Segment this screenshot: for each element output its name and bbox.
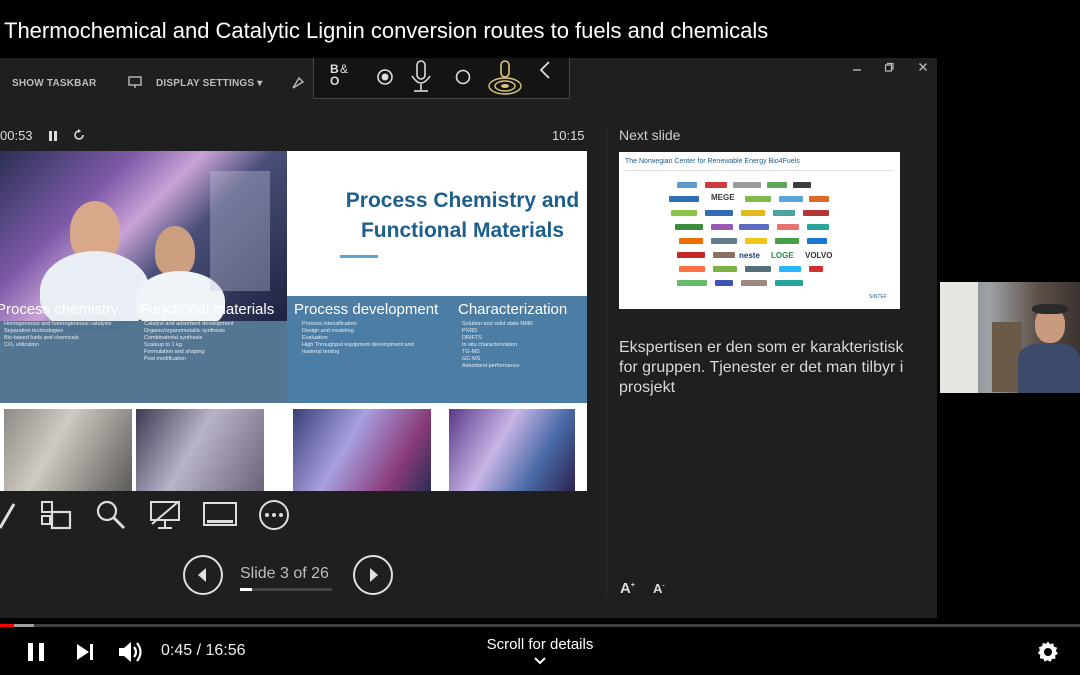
column-line: High Throughput equipment development an… bbox=[302, 342, 414, 348]
column-line: Process intensification bbox=[302, 321, 357, 327]
partner-logo: MEGE bbox=[711, 193, 735, 202]
partner-logo: neste bbox=[739, 251, 760, 260]
clock: 10:15 bbox=[552, 128, 585, 143]
video-title[interactable]: Thermochemical and Catalytic Lignin conv… bbox=[4, 18, 768, 44]
pause-icon[interactable] bbox=[24, 640, 48, 669]
scroll-for-details[interactable]: Scroll for details bbox=[440, 636, 640, 670]
collapse-chevron-icon[interactable] bbox=[538, 60, 552, 85]
next-video-icon[interactable] bbox=[74, 641, 96, 668]
lab-thumbnail-2 bbox=[134, 407, 266, 491]
next-slide-label: Next slide bbox=[619, 127, 681, 143]
meeting-app-icon[interactable]: B & O bbox=[329, 60, 355, 91]
black-screen-icon[interactable] bbox=[148, 498, 182, 537]
column-line: Scaleup to 1 kg bbox=[144, 342, 182, 348]
svg-text:O: O bbox=[330, 74, 339, 86]
video-buffer-bar bbox=[14, 624, 34, 627]
column-characterization: Characterization Solution and solid stat… bbox=[458, 301, 585, 370]
zoom-icon[interactable] bbox=[94, 498, 128, 537]
lab-thumbnail-1 bbox=[2, 407, 134, 491]
microphone-icon[interactable] bbox=[408, 58, 434, 101]
current-slide[interactable]: Process Chemistry and Functional Materia… bbox=[0, 151, 587, 491]
column-line: Bio-based fuels and chemicals bbox=[4, 335, 79, 341]
presenter-tools-bar: B & O bbox=[313, 58, 570, 99]
webcam-feed bbox=[940, 282, 1080, 393]
column-line: TG-MS bbox=[462, 349, 480, 355]
column-line: In situ characterization bbox=[462, 342, 518, 348]
column-line: Design and modeling bbox=[302, 328, 354, 334]
volume-icon[interactable] bbox=[117, 639, 145, 670]
column-process-chemistry: Process chemistry Homogeneous and hetero… bbox=[0, 301, 136, 349]
lab-photo bbox=[0, 151, 287, 331]
elapsed-timer: 00:53 bbox=[0, 128, 33, 143]
chevron-down-icon bbox=[534, 657, 546, 665]
photo-strip bbox=[0, 403, 587, 491]
slide-title: Process Chemistry and Functional Materia… bbox=[340, 186, 585, 246]
partner-logo: LOGE bbox=[771, 251, 794, 260]
circle-icon[interactable] bbox=[455, 69, 471, 90]
next-slide-preview[interactable]: The Norwegian Center for Renewable Energ… bbox=[619, 152, 900, 309]
voice-broadcast-icon[interactable] bbox=[486, 58, 524, 101]
column-line: CO₂ utilization bbox=[4, 342, 39, 348]
column-line: PXRD bbox=[462, 328, 478, 334]
more-options-icon[interactable] bbox=[256, 498, 292, 537]
lab-thumbnail-3 bbox=[291, 407, 433, 491]
column-heading: Process development bbox=[294, 301, 439, 318]
pen-tool-icon[interactable] bbox=[0, 498, 18, 537]
reset-timer-icon[interactable] bbox=[72, 128, 86, 147]
partner-logo: SINTEF bbox=[869, 294, 887, 300]
display-settings-button[interactable]: DISPLAY SETTINGS ▾ bbox=[156, 78, 262, 89]
column-functional-materials: Functional materials Catalyst and adsorb… bbox=[140, 301, 287, 363]
lab-thumbnail-4 bbox=[447, 407, 577, 491]
show-taskbar-button[interactable]: SHOW TASKBAR bbox=[12, 78, 96, 89]
column-line: Formulation and shaping bbox=[144, 349, 205, 355]
next-slide-title: The Norwegian Center for Renewable Energ… bbox=[625, 158, 800, 165]
slide-title-line-1: Process Chemistry and bbox=[345, 189, 580, 212]
column-line: Separation technologies bbox=[4, 328, 64, 334]
slide-progress-track bbox=[240, 588, 332, 591]
column-line: Evaluation bbox=[302, 335, 328, 341]
presenter-view-window: SHOW TASKBAR DISPLAY SETTINGS ▾ B & O 00… bbox=[0, 58, 937, 618]
column-line: Solution and solid state NMR bbox=[462, 321, 533, 327]
column-line: Post modification bbox=[144, 356, 186, 362]
column-line: Homogeneous and heterogeneous catalysis bbox=[4, 321, 112, 327]
see-all-slides-icon[interactable] bbox=[40, 498, 72, 537]
column-line: DRIFTS bbox=[462, 335, 482, 341]
column-line: Adsorbent performance bbox=[462, 363, 520, 369]
previous-slide-button[interactable] bbox=[183, 555, 223, 595]
slide-title-line-2: Functional Materials bbox=[360, 219, 565, 242]
decrease-font-button[interactable]: A- bbox=[653, 581, 665, 596]
partner-logo: VOLVO bbox=[805, 251, 833, 260]
slide-progress-fill bbox=[240, 588, 252, 591]
settings-gear-icon[interactable] bbox=[1036, 640, 1060, 669]
record-icon[interactable] bbox=[376, 68, 394, 91]
column-line: Catalyst and adsorbent development bbox=[144, 321, 234, 327]
end-show-icon[interactable] bbox=[290, 75, 306, 96]
column-line: material testing bbox=[302, 349, 340, 355]
column-process-development: Process development Process intensificat… bbox=[294, 301, 454, 356]
pause-timer-icon[interactable] bbox=[48, 129, 58, 147]
svg-text:&: & bbox=[340, 62, 348, 76]
close-window-icon[interactable] bbox=[918, 62, 928, 75]
column-heading: Functional materials bbox=[140, 301, 275, 318]
subtitles-icon[interactable] bbox=[202, 498, 238, 537]
maximize-window-icon[interactable] bbox=[884, 62, 894, 75]
minimize-window-icon[interactable] bbox=[852, 62, 862, 75]
column-heading: Process chemistry bbox=[0, 301, 119, 318]
column-line: Organic/organometallic synthesis bbox=[144, 328, 226, 334]
increase-font-button[interactable]: A+ bbox=[620, 580, 635, 597]
column-heading: Characterization bbox=[458, 301, 568, 318]
title-underline bbox=[340, 255, 378, 258]
time-display: 0:45 / 16:56 bbox=[161, 642, 246, 659]
slide-counter: Slide 3 of 26 bbox=[240, 565, 329, 582]
pane-divider bbox=[606, 128, 607, 598]
display-settings-icon[interactable] bbox=[128, 75, 142, 94]
column-line: GC-MS bbox=[462, 356, 481, 362]
video-progress-played bbox=[0, 624, 14, 627]
speaker-notes[interactable]: Ekspertisen er den som er karakteristisk… bbox=[619, 338, 909, 398]
column-line: Combinatorial synthesis bbox=[144, 335, 203, 341]
video-progress-track[interactable] bbox=[0, 624, 1080, 627]
next-slide-button[interactable] bbox=[353, 555, 393, 595]
